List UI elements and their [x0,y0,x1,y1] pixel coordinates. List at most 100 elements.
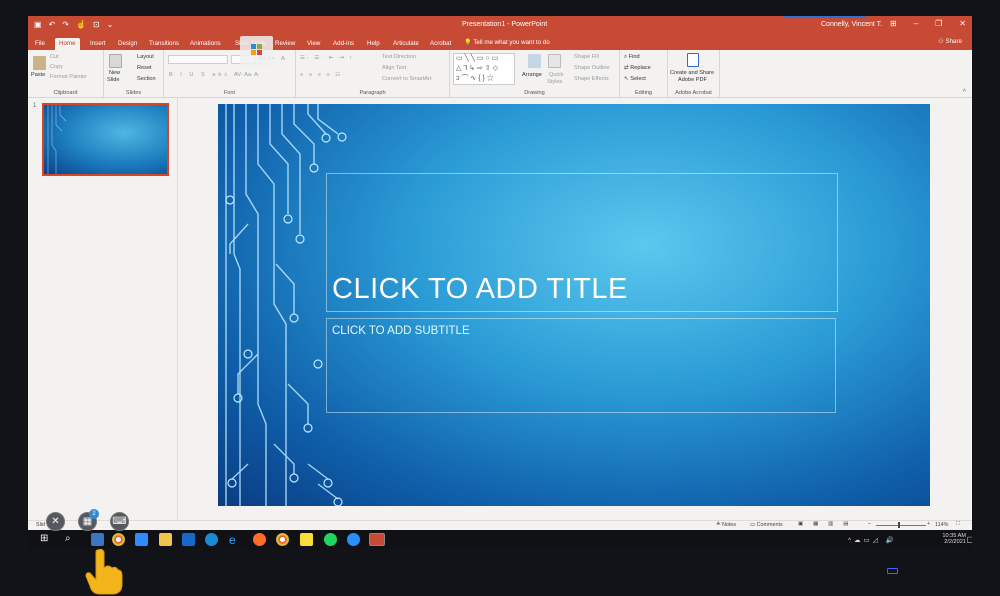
minimize-icon[interactable]: – [914,19,918,28]
zoom-level[interactable]: 114% [935,522,948,528]
tab-animations[interactable]: Animations [186,38,225,50]
shape-effects-button[interactable]: Shape Effects [574,76,609,82]
user-name[interactable]: Connelly, Vincent T. [821,21,882,28]
cut-button[interactable]: Cut [50,54,59,60]
text-direction-button[interactable]: Text Direction [382,54,416,60]
align-text-button[interactable]: Align Text [382,65,406,71]
arrange-icon[interactable] [528,54,541,68]
outlook-icon[interactable] [182,533,195,546]
file-explorer-icon[interactable] [159,533,172,546]
comments-label: Comments [756,522,783,528]
tab-review[interactable]: Review [271,38,299,50]
sticky-notes-icon[interactable] [300,533,313,546]
tab-add-ins[interactable]: Add-ins [329,38,358,50]
internet-explorer-icon[interactable]: e [229,533,242,547]
chrome-icon-2[interactable] [276,533,289,546]
list-buttons[interactable]: ☰· ☰· ⇤ ⇥ ↕ [300,55,354,61]
replace-label[interactable]: Replace [630,65,651,71]
new-slide-label[interactable]: New [109,70,120,76]
new-slide-icon[interactable] [109,54,122,68]
save-icon[interactable]: ▣ [34,20,42,29]
tab-insert[interactable]: Insert [86,38,109,50]
undo-icon[interactable]: ↶ [49,20,56,29]
edge-icon[interactable] [205,533,218,546]
notification-icon[interactable]: ▢ [966,535,972,544]
app-icon[interactable] [347,533,360,546]
notes-button[interactable]: ≙ Notes [716,522,736,528]
section-button[interactable]: Section [137,76,156,82]
shape-fill-button[interactable]: Shape Fill [574,54,599,60]
font-color-buttons[interactable]: AV· Aa· A· [234,72,260,78]
powerpoint-icon[interactable] [369,533,385,546]
select-label[interactable]: Select [630,76,646,82]
replace-icon: ⇄ [624,65,629,71]
tab-file[interactable]: File [31,38,49,50]
shape-outline-button[interactable]: Shape Outline [574,65,609,71]
redo-icon[interactable]: ↷ [62,20,69,29]
keyboard-overlay-button[interactable]: ⌨ [110,512,129,531]
slide-canvas[interactable]: CLICK TO ADD TITLE CLICK TO ADD SUBTITLE [218,104,930,506]
view-buttons[interactable]: ▣▦▥▤ [798,521,858,527]
font-format-buttons[interactable]: B I U S abc [169,72,230,78]
spotify-icon[interactable] [324,533,337,546]
tab-transitions[interactable]: Transitions [145,38,183,50]
fit-slide-icon[interactable]: ⛶ [956,521,960,528]
share-button[interactable]: ⚇ Share [938,38,962,45]
zoom-icon[interactable] [135,533,148,546]
tab-help[interactable]: Help [363,38,384,50]
zoom-slider[interactable] [876,525,926,526]
create-pdf-label[interactable]: Create and Share [670,70,714,76]
smartart-button[interactable]: Convert to SmartArt [382,76,431,82]
paste-icon[interactable] [33,56,46,70]
close-overlay-button[interactable]: ✕ [46,512,65,531]
zoom-minus-icon[interactable]: – [868,521,871,527]
close-icon[interactable]: ✕ [959,19,966,28]
reset-button[interactable]: Reset [137,65,152,71]
clock[interactable]: 10:35 AM 2/2/2021 [942,533,966,545]
windows-start-icon[interactable]: ⊞ [40,533,53,546]
zoom-plus-icon[interactable]: + [927,521,930,527]
system-tray-icons[interactable]: ^☁▭◿ 🔊 [848,536,897,544]
pdf-icon[interactable] [687,53,699,67]
more-icon[interactable]: ⌄ [107,20,114,29]
touch-mode-icon[interactable]: ☝ [76,20,86,29]
zoom-thumb[interactable] [898,522,900,528]
layout-button[interactable]: Layout [137,54,154,60]
firefox-icon[interactable] [253,533,266,546]
task-view-icon[interactable] [91,533,104,546]
comments-button[interactable]: ▭ Comments [750,522,783,528]
chrome-icon[interactable] [112,533,125,546]
floating-app-icon[interactable] [240,36,273,66]
quick-styles-label[interactable]: Quick [549,72,563,78]
tell-me-search[interactable]: 💡 Tell me what you want to do [464,38,550,46]
clear-format-icon[interactable]: A [281,56,285,62]
quick-styles-label2[interactable]: Styles [547,79,562,85]
tab-view[interactable]: View [303,38,324,50]
new-slide-label2[interactable]: Slide [107,77,119,83]
title-placeholder[interactable]: CLICK TO ADD TITLE [326,173,838,312]
paste-label[interactable]: Paste [31,72,45,78]
tab-acrobat[interactable]: Acrobat [426,38,455,50]
tab-design[interactable]: Design [114,38,141,50]
align-buttons[interactable]: ≡ ≡ ≡ ≡ ☷· [300,72,346,78]
present-icon[interactable]: ⊡ [93,20,100,29]
arrange-button[interactable]: Arrange [522,72,542,78]
slide-subtitle[interactable]: CLICK TO ADD SUBTITLE [332,325,470,337]
create-pdf-label2[interactable]: Adobe PDF [678,77,707,83]
collapse-ribbon-icon[interactable]: ˄ [963,88,966,94]
ribbon-display-icon[interactable]: ⊞ [890,19,897,28]
quick-styles-icon[interactable] [548,54,561,68]
find-label[interactable]: Find [629,54,640,60]
slide-thumbnail[interactable] [42,103,169,176]
search-icon[interactable]: ⌕ [65,533,78,546]
cursor-icon: ↖ [624,76,629,82]
font-name-input[interactable] [168,55,228,64]
restore-icon[interactable]: ❐ [935,19,942,28]
subtitle-placeholder[interactable]: CLICK TO ADD SUBTITLE [326,318,836,413]
shapes-gallery[interactable]: ▭ ╲ ╲ ▭ ○ ▭ △ ⅂ ↳ ⇨ ⇧ ◇ ɔ ⌒ ∿ { } ☆ [453,53,515,85]
slide-title[interactable]: CLICK TO ADD TITLE [332,273,628,306]
tab-home[interactable]: Home [55,38,80,50]
tab-articulate[interactable]: Articulate [389,38,423,50]
format-painter-button[interactable]: Format Painter [50,74,87,80]
copy-button[interactable]: Copy [50,64,63,70]
